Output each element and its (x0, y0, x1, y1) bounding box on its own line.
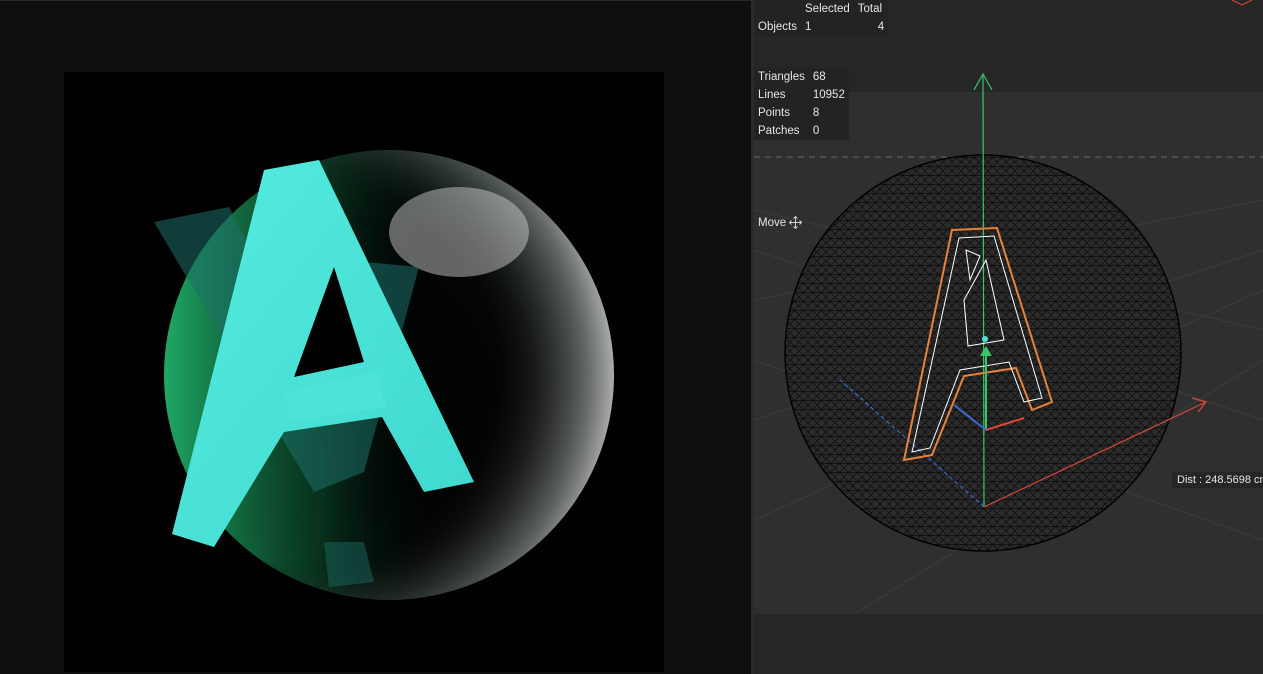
total-header: Total (857, 3, 883, 15)
triangles-value: 68 (812, 71, 826, 83)
render-view-panel (0, 0, 751, 674)
move-tool-label: Move (758, 216, 787, 229)
selected-header: Selected (805, 3, 850, 15)
objects-total-value: 4 (877, 21, 885, 33)
triangles-label: Triangles (758, 71, 805, 83)
move-cross-icon (789, 216, 803, 229)
objects-selected-value: 1 (805, 21, 812, 33)
render-image (154, 150, 614, 600)
patches-label: Patches (758, 125, 800, 137)
lines-value: 10952 (812, 89, 845, 101)
move-tool-indicator: Move (758, 216, 803, 229)
points-label: Points (758, 107, 790, 119)
distance-readout: Dist : 248.5698 cm (1172, 472, 1263, 488)
points-value: 8 (812, 107, 820, 119)
lines-label: Lines (758, 89, 786, 101)
objects-hud: Selected Total Objects 1 4 (754, 0, 889, 36)
hud-spacer (754, 0, 801, 18)
3d-viewport[interactable]: Selected Total Objects 1 4 Triangles 68 L… (754, 0, 1263, 674)
objects-label: Objects (758, 21, 797, 33)
stats-hud: Triangles 68 Lines 10952 Points 8 Patches 0 (754, 68, 849, 140)
patches-value: 0 (812, 125, 820, 137)
render-canvas (64, 72, 664, 672)
